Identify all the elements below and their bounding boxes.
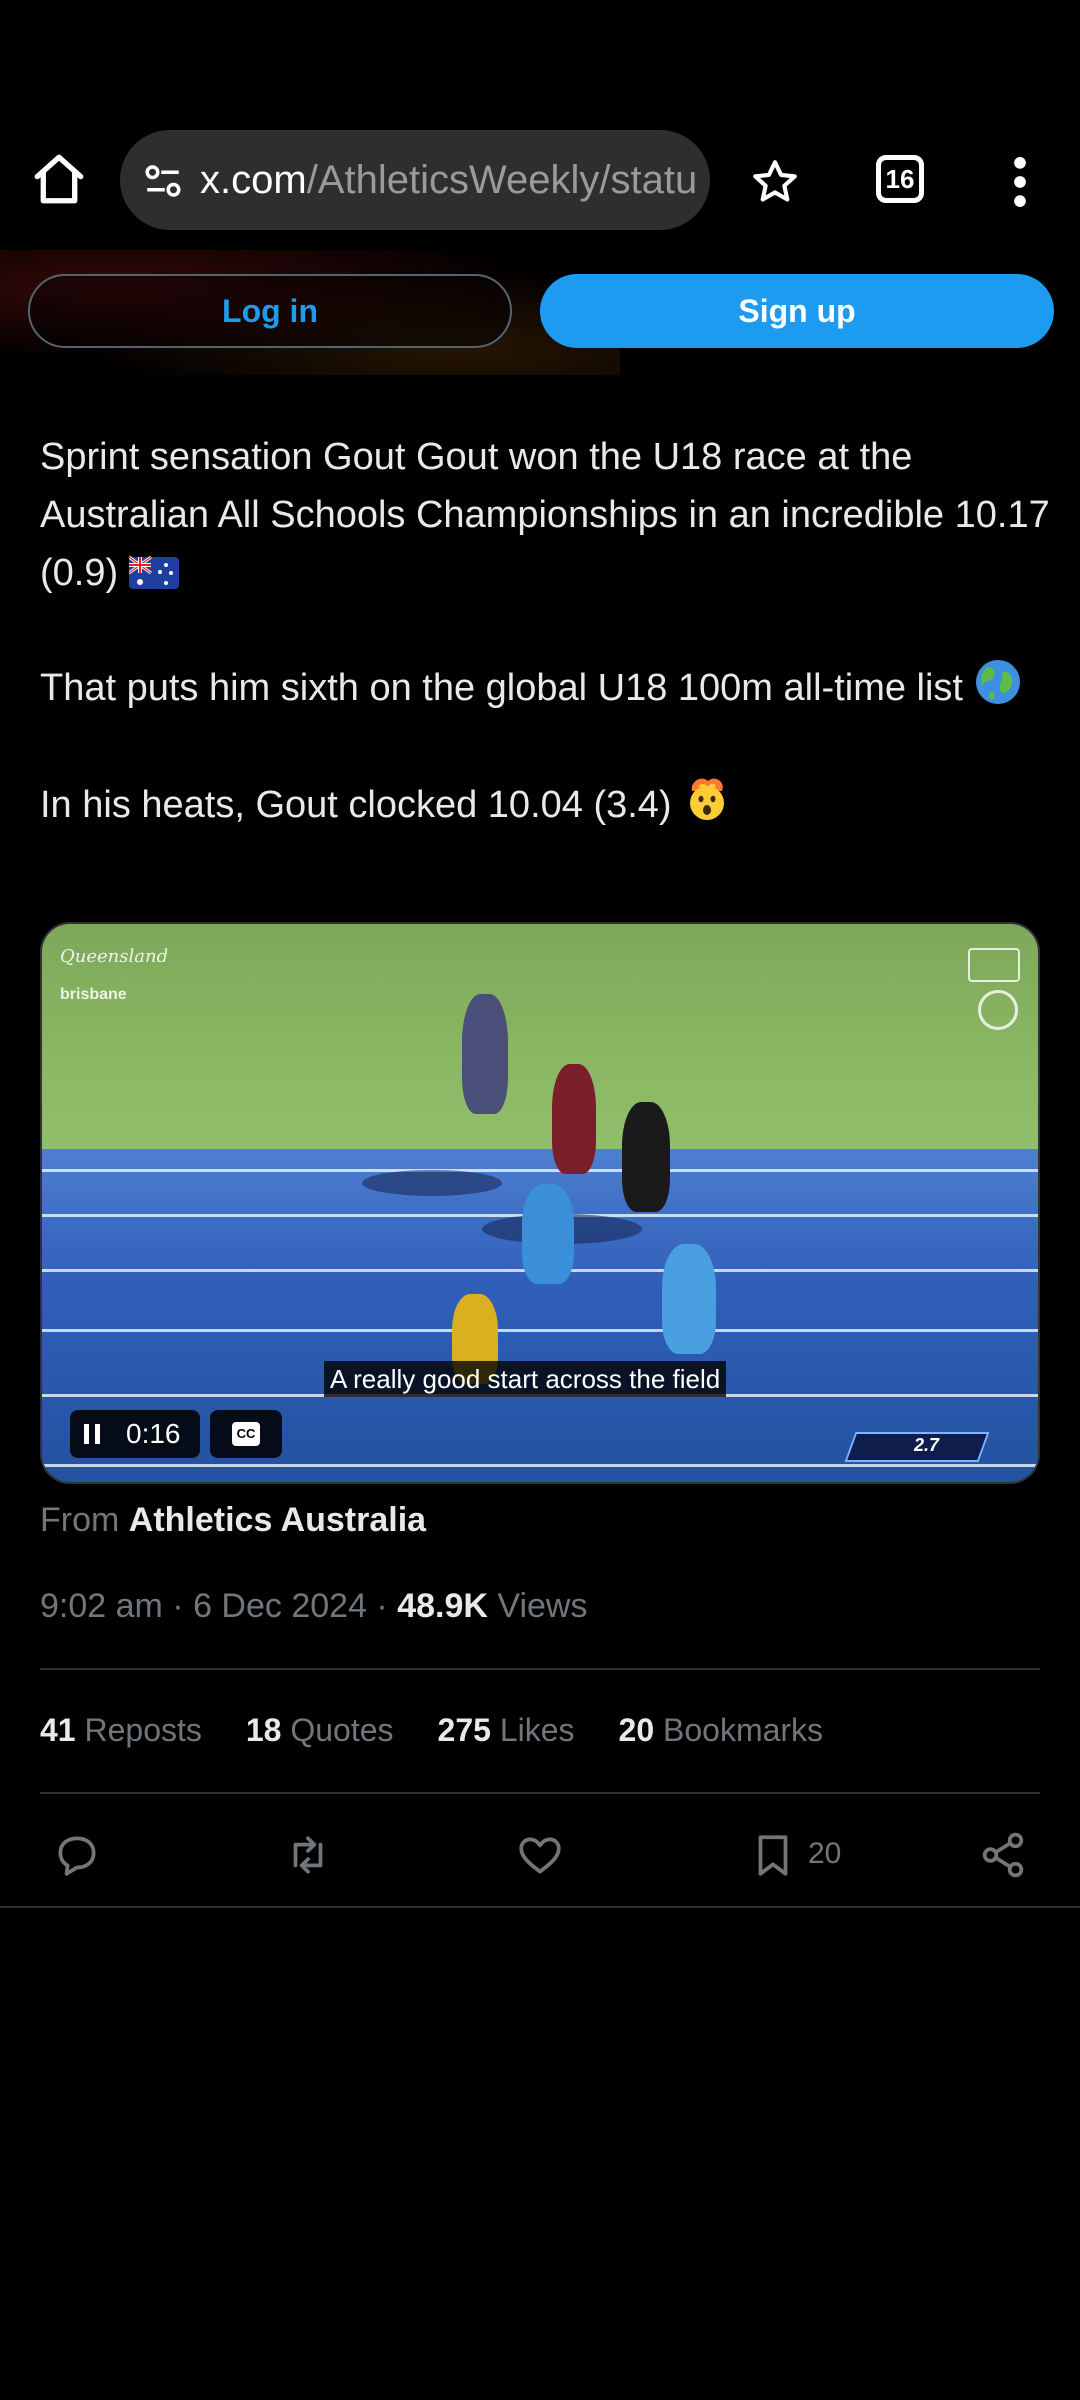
tweet-time[interactable]: 9:02 am [40,1587,163,1625]
url-path: /AthleticsWeekly/statu [306,158,698,202]
bookmarks-count: 20 [618,1712,655,1748]
runner-shadow [362,1170,502,1196]
divider [40,1668,1040,1670]
tweet-para-3-text: In his heats, Gout clocked 10.04 (3.4) [40,784,672,826]
runner [552,1064,596,1174]
page-info-icon[interactable] [142,160,184,202]
tabs-icon[interactable]: 16 [876,155,924,203]
athletics-australia-logo [978,990,1018,1030]
quotes-label: Quotes [281,1712,394,1748]
address-bar[interactable]: x.com/AthleticsWeekly/statu [120,130,710,230]
tweet-paragraph-3: In his heats, Gout clocked 10.04 (3.4) [40,773,1050,834]
sponsor-logo-brisbane: brisbane [60,986,127,1003]
tweet-date[interactable]: 6 Dec 2024 [193,1587,367,1625]
lane-line [42,1169,1038,1172]
video-grass [42,924,1038,1159]
likes-stat[interactable]: 275 Likes [438,1712,575,1748]
tweet-meta: 9:02 am · 6 Dec 2024 · 48.9K Views [40,1584,587,1628]
action-bar [0,1820,1080,1890]
captions-button[interactable]: CC [210,1410,282,1458]
views-label: Views [487,1587,588,1625]
globe-icon [975,660,1020,704]
video-time: 0:16 [126,1418,181,1449]
sponsor-logo-queensland: Queensland [60,946,169,967]
reply-icon[interactable] [52,1830,102,1880]
quotes-stat[interactable]: 18 Quotes [246,1712,394,1748]
bookmark-icon[interactable] [748,1830,798,1880]
tweet-text: Sprint sensation Gout Gout won the U18 r… [40,428,1050,890]
divider [0,1906,1080,1908]
likes-label: Likes [490,1712,575,1748]
video-caption: A really good start across the field [324,1361,727,1397]
reposts-stat[interactable]: 41 Reposts [40,1712,202,1748]
lane-line [42,1329,1038,1332]
lane-line [42,1464,1038,1467]
source-link[interactable]: Athletics Australia [129,1501,426,1539]
likes-count: 275 [437,1712,491,1748]
pause-icon[interactable] [82,1422,104,1446]
tweet-para-1-text: Sprint sensation Gout Gout won the U18 r… [40,436,1050,594]
repost-icon[interactable] [283,1830,333,1880]
australia-flag-icon [128,555,179,589]
url-host: x.com [200,158,307,202]
video-player[interactable]: Queensland brisbane A really good start … [40,922,1040,1484]
like-icon[interactable] [515,1830,565,1880]
reposts-count: 41 [40,1712,76,1748]
url-text[interactable]: x.com/AthleticsWeekly/statu [200,130,700,230]
tweet-para-2-text: That puts him sixth on the global U18 10… [40,667,963,709]
runner [522,1184,574,1284]
broadcast-logo [968,948,1020,982]
tweet-paragraph-2: That puts him sixth on the global U18 10… [40,658,1050,717]
engagement-stats: 41 Reposts 18 Quotes 275 Likes 20 Bookmarks [40,1708,867,1752]
bookmarks-label: Bookmarks [654,1712,824,1748]
quotes-count: 18 [245,1712,282,1748]
video-source: From Athletics Australia [40,1498,426,1542]
runner [462,994,508,1114]
cc-icon: CC [232,1422,260,1446]
source-prefix: From [40,1501,120,1539]
meta-separator: · [366,1587,398,1625]
bookmarks-stat[interactable]: 20 Bookmarks [619,1712,824,1748]
more-vert-icon[interactable] [1008,155,1032,209]
views-count: 48.9K [397,1587,488,1625]
share-icon[interactable] [978,1830,1028,1880]
divider [40,1792,1040,1794]
exploding-head-icon [690,778,725,820]
runner [662,1244,716,1354]
reposts-label: Reposts [75,1712,202,1748]
star-icon[interactable] [750,157,800,207]
bookmark-count: 20 [808,1837,842,1870]
wind-reading: 2.7 [914,1435,940,1455]
playback-controls[interactable]: 0:16 [70,1410,200,1458]
tweet-paragraph-1: Sprint sensation Gout Gout won the U18 r… [40,428,1050,602]
tab-count: 16 [885,164,915,194]
login-button[interactable]: Log in [28,274,512,348]
signup-button[interactable]: Sign up [540,274,1054,348]
home-icon[interactable] [30,150,88,208]
runner [622,1102,670,1212]
meta-separator: · [162,1587,194,1625]
